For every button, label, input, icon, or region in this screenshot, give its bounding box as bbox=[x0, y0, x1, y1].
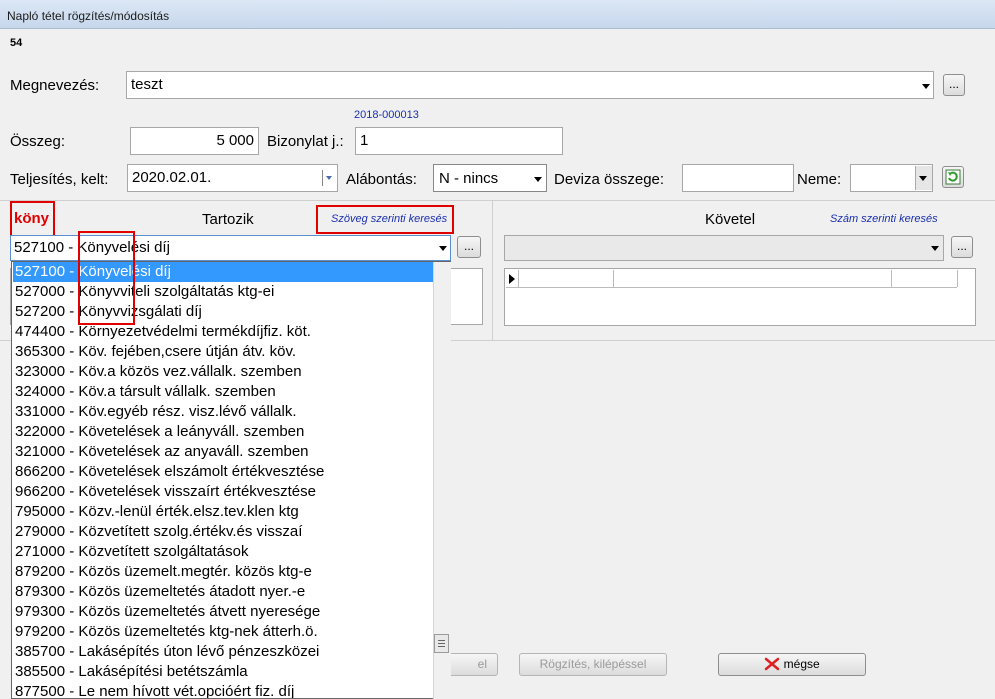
credit-header: Követel bbox=[705, 211, 756, 228]
record-id: 54 bbox=[10, 37, 23, 49]
account-dropdown-list[interactable]: 527100 - Könyvelési díj 527000 - Könyvvit… bbox=[11, 261, 451, 699]
date-picker[interactable]: 2020.02.01. bbox=[127, 164, 338, 192]
dropdown-item[interactable]: 795000 - Közv.-lenül érték.elsz.tev.klen… bbox=[13, 502, 437, 522]
chevron-down-icon[interactable] bbox=[534, 177, 542, 182]
debit-search-mode-link[interactable]: Szöveg szerinti keresés bbox=[331, 213, 447, 225]
name-browse-button[interactable]: ... bbox=[943, 74, 965, 96]
amount-value: 5 000 bbox=[216, 132, 254, 149]
dropdown-item[interactable]: 527200 - Könyvvizsgálati díj bbox=[13, 302, 437, 322]
grid-col-divider bbox=[957, 270, 958, 287]
dropdown-item[interactable]: 331000 - Köv.egyéb rész. visz.lévő válla… bbox=[13, 402, 437, 422]
row-pointer-icon bbox=[509, 274, 515, 284]
dropdown-item[interactable]: 527000 - Könyvviteli szolgáltatás ktg-ei bbox=[13, 282, 437, 302]
dropdown-item[interactable]: 279000 - Közvetített szolg.értékv.és vis… bbox=[13, 522, 437, 542]
chevron-down-icon[interactable] bbox=[931, 246, 939, 251]
doc-value: 1 bbox=[360, 132, 369, 149]
dropdown-item[interactable]: 979200 - Közös üzemeltetés ktg-nek átter… bbox=[13, 622, 437, 642]
dropdown-item[interactable]: 979300 - Közös üzemeltetés átvett nyeres… bbox=[13, 602, 437, 622]
debit-search-text: köny bbox=[14, 210, 50, 227]
cancel-button[interactable]: mégse bbox=[718, 653, 866, 676]
save-exit-button[interactable]: Rögzítés, kilépéssel bbox=[519, 653, 667, 676]
match-highlight bbox=[78, 231, 135, 325]
cancel-label: mégse bbox=[783, 657, 820, 671]
debit-account-combo[interactable]: 527100 - Könyvelési díj bbox=[10, 235, 451, 261]
section-divider-vertical bbox=[492, 200, 493, 340]
dropdown-item[interactable]: 879200 - Közös üzemelt.megtér. közös ktg… bbox=[13, 562, 437, 582]
currency-select[interactable] bbox=[850, 164, 933, 192]
dropdown-item[interactable]: 324000 - Köv.a társult vállalk. szemben bbox=[13, 382, 437, 402]
grid-col-divider bbox=[891, 270, 892, 287]
dropdown-item[interactable]: 365300 - Köv. fejében,csere útján átv. k… bbox=[13, 342, 437, 362]
date-label: Teljesítés, kelt: bbox=[10, 171, 109, 188]
grid-col-divider bbox=[613, 270, 614, 287]
credit-browse-button[interactable]: ... bbox=[951, 236, 973, 258]
debit-browse-button[interactable]: ... bbox=[457, 236, 481, 258]
partial-button-label: el bbox=[477, 657, 487, 671]
calendar-dropdown-icon[interactable] bbox=[326, 176, 332, 180]
doc-label: Bizonylat j.: bbox=[267, 133, 344, 150]
subtype-value: N - nincs bbox=[439, 170, 499, 187]
grid-row-indicator bbox=[506, 270, 519, 288]
dropdown-item[interactable]: 527100 - Könyvelési díj bbox=[13, 262, 437, 282]
dropdown-item[interactable]: 866200 - Követelések elszámolt értékvesz… bbox=[13, 462, 437, 482]
dropdown-item[interactable]: 323000 - Köv.a közös vez.vállalk. szembe… bbox=[13, 362, 437, 382]
name-label: Megnevezés: bbox=[10, 77, 100, 94]
fx-input[interactable] bbox=[682, 164, 794, 192]
date-divider bbox=[322, 170, 323, 186]
doc-number-hint: 2018-000013 bbox=[354, 109, 419, 121]
chevron-down-icon[interactable] bbox=[919, 176, 927, 181]
dropdown-item[interactable]: 271000 - Közvetített szolgáltatások bbox=[13, 542, 437, 562]
credit-account-combo[interactable] bbox=[504, 235, 944, 261]
fx-label: Deviza összege: bbox=[554, 171, 665, 188]
dropdown-item[interactable]: 879300 - Közös üzemeltetés átadott nyer.… bbox=[13, 582, 437, 602]
amount-input[interactable]: 5 000 bbox=[130, 127, 259, 155]
dropdown-item[interactable]: 966200 - Követelések visszaírt értékvesz… bbox=[13, 482, 437, 502]
doc-input[interactable]: 1 bbox=[355, 127, 563, 155]
section-divider-top bbox=[0, 200, 995, 201]
currency-label: Neme: bbox=[797, 171, 842, 188]
chevron-down-icon[interactable] bbox=[922, 84, 930, 89]
debit-header: Tartozik bbox=[202, 211, 254, 228]
date-value: 2020.02.01. bbox=[132, 169, 212, 186]
dropdown-item[interactable]: 322000 - Követelések a leányváll. szembe… bbox=[13, 422, 437, 442]
refresh-button[interactable] bbox=[942, 166, 964, 188]
subtype-select[interactable]: N - nincs bbox=[433, 164, 547, 192]
dropdown-item[interactable]: 385700 - Lakásépítés úton lévő pénzeszkö… bbox=[13, 642, 437, 662]
amount-label: Összeg: bbox=[10, 133, 66, 150]
close-icon bbox=[765, 657, 780, 671]
credit-search-mode-link[interactable]: Szám szerinti keresés bbox=[830, 213, 938, 225]
window-title: Napló tétel rögzítés/módosítás bbox=[7, 9, 170, 23]
credit-grid[interactable] bbox=[504, 268, 976, 326]
refresh-icon bbox=[945, 169, 961, 185]
subtype-label: Alábontás: bbox=[346, 171, 417, 188]
dropdown-item[interactable]: 321000 - Követelések az anyaváll. szembe… bbox=[13, 442, 437, 462]
dropdown-item[interactable]: 474400 - Környezetvédelmi termékdíjfiz. … bbox=[13, 322, 437, 342]
name-value: teszt bbox=[131, 76, 163, 93]
grip-icon bbox=[438, 640, 445, 641]
scrollbar-thumb[interactable] bbox=[434, 634, 449, 653]
name-combo[interactable]: teszt bbox=[126, 71, 934, 99]
chevron-down-icon[interactable] bbox=[439, 246, 447, 251]
dropdown-item[interactable]: 877500 - Le nem hívott vét.opcióért fiz.… bbox=[13, 682, 437, 698]
dropdown-item[interactable]: 385500 - Lakásépítési betétszámla bbox=[13, 662, 437, 682]
